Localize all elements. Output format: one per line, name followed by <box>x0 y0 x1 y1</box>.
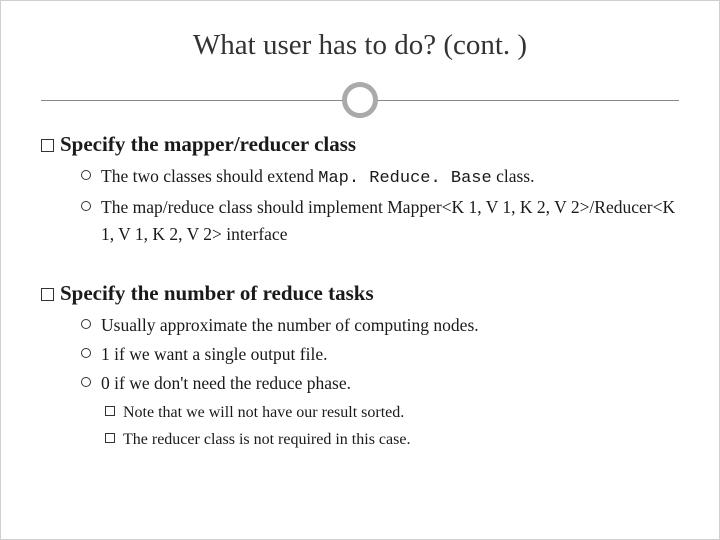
slide: What user has to do? (cont. ) Specify th… <box>0 0 720 540</box>
section-1-list: The two classes should extend Map. Reduc… <box>81 163 679 249</box>
list-item-text: 1 if we want a single output file. <box>101 344 327 364</box>
note-item: Note that we will not have our result so… <box>105 401 679 426</box>
list-item-text: The map/reduce class should implement Ma… <box>101 197 675 244</box>
list-item: 1 if we want a single output file. <box>81 341 679 368</box>
section-2-notes: Note that we will not have our result so… <box>105 401 679 453</box>
list-item-prefix: The two classes should extend <box>101 166 318 186</box>
section-2-list: Usually approximate the number of comput… <box>81 312 679 397</box>
note-item: The reducer class is not required in thi… <box>105 428 679 453</box>
section-heading-1: Specify the mapper/reducer class <box>41 132 679 157</box>
square-bullet-icon <box>41 139 54 152</box>
note-text: Note that we will not have our result so… <box>123 404 404 421</box>
title-divider <box>41 80 679 120</box>
list-item: Usually approximate the number of comput… <box>81 312 679 339</box>
note-text: The reducer class is not required in thi… <box>123 431 410 448</box>
list-item-text: 0 if we don't need the reduce phase. <box>101 373 351 393</box>
list-item: 0 if we don't need the reduce phase. <box>81 370 679 397</box>
slide-title: What user has to do? (cont. ) <box>41 29 679 62</box>
list-item: The two classes should extend Map. Reduc… <box>81 163 679 192</box>
circle-bullet-icon <box>81 348 91 358</box>
circle-bullet-icon <box>81 319 91 329</box>
section-heading-2-text: Specify the number of reduce tasks <box>60 281 374 305</box>
square-bullet-icon <box>105 406 115 416</box>
section-heading-2: Specify the number of reduce tasks <box>41 281 679 306</box>
circle-bullet-icon <box>81 170 91 180</box>
section-heading-1-text: Specify the mapper/reducer class <box>60 132 356 156</box>
code-text: Map. Reduce. Base <box>318 169 491 188</box>
list-item-suffix: class. <box>492 166 535 186</box>
list-item-text: Usually approximate the number of comput… <box>101 315 479 335</box>
circle-bullet-icon <box>81 201 91 211</box>
square-bullet-icon <box>41 288 54 301</box>
circle-bullet-icon <box>81 377 91 387</box>
divider-circle-icon <box>342 82 378 118</box>
list-item: The map/reduce class should implement Ma… <box>81 194 679 248</box>
square-bullet-icon <box>105 433 115 443</box>
